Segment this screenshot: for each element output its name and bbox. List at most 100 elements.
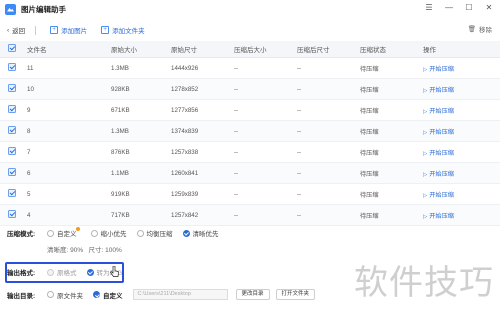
compress-info: 清晰度: 90% 尺寸: 100% (47, 247, 122, 254)
table-row[interactable]: 11 1.3MB 1444x926 -- -- 待压缩 ▷ 开始压缩 (0, 58, 500, 79)
app-title: 图片编辑助手 (21, 4, 66, 14)
table-row[interactable]: 10 928KB 1278x852 -- -- 待压缩 ▷ 开始压缩 (0, 79, 500, 100)
original-size-cell: 717KB (111, 211, 130, 219)
table-row[interactable]: 5 919KB 1259x839 -- -- 待压缩 ▷ 开始压缩 (0, 184, 500, 205)
compressed-size-cell: -- (234, 148, 239, 156)
dir-option-custom[interactable]: 自定义 (93, 290, 123, 300)
mode-option-smaller[interactable]: 缩小优先 (90, 228, 127, 238)
table-header: 文件名 原始大小 原始尺寸 压缩后大小 压缩后尺寸 压缩状态 操作 (0, 41, 500, 58)
radio-icon (90, 229, 98, 237)
row-checkbox[interactable] (8, 210, 16, 218)
mode-option-label: 缩小优先 (100, 231, 127, 238)
col-original-size: 原始大小 (111, 47, 137, 54)
back-label: 返回 (12, 28, 26, 35)
mode-option-custom[interactable]: 自定义 (47, 227, 81, 238)
col-status: 压缩状态 (360, 47, 386, 54)
open-folder-button[interactable]: 打开文件夹 (275, 289, 316, 300)
file-name-cell: 10 (27, 85, 34, 93)
mode-option-label: 均衡压缩 (146, 231, 173, 238)
start-compress-button[interactable]: ▷ 开始压缩 (423, 85, 493, 94)
play-icon: ▷ (423, 150, 428, 157)
col-action: 操作 (423, 47, 436, 54)
row-checkbox[interactable] (8, 105, 16, 113)
radio-icon (47, 291, 54, 298)
trash-icon: 🗑 (467, 26, 476, 33)
row-checkbox[interactable] (8, 126, 16, 134)
add-image-button[interactable]: + 添加图片 (50, 25, 87, 35)
original-size-cell: 671KB (111, 106, 130, 114)
play-icon: ▷ (423, 213, 428, 220)
mode-option-balanced[interactable]: 均衡压缩 (136, 228, 173, 238)
menu-icon[interactable]: ☰ (424, 3, 434, 12)
play-icon: ▷ (423, 66, 428, 73)
row-checkbox[interactable] (8, 168, 16, 176)
add-folder-button[interactable]: + 添加文件夹 (101, 25, 145, 35)
start-compress-button[interactable]: ▷ 开始压缩 (423, 169, 493, 178)
status-cell: 待压缩 (360, 170, 379, 178)
remove-label: 移除 (479, 27, 492, 34)
row-checkbox[interactable] (8, 147, 16, 155)
watermark-text: 软件技巧 (354, 263, 494, 303)
close-icon[interactable]: ✕ (484, 3, 494, 12)
change-directory-button[interactable]: 更改目录 (235, 289, 270, 300)
file-name-cell: 4 (27, 211, 31, 219)
dir-option-source-folder[interactable]: 原文件夹 (47, 290, 83, 300)
start-compress-label: 开始压缩 (429, 86, 454, 94)
remove-button[interactable]: 🗑 移除 (468, 24, 492, 34)
start-compress-button[interactable]: ▷ 开始压缩 (423, 211, 493, 220)
start-compress-label: 开始压缩 (429, 128, 454, 136)
start-compress-label: 开始压缩 (429, 107, 454, 115)
output-path-input[interactable]: C:\Users\211\Desktop (132, 289, 228, 300)
start-compress-button[interactable]: ▷ 开始压缩 (423, 190, 493, 199)
mode-option-clarity[interactable]: 清晰优先 (182, 228, 219, 238)
col-filename: 文件名 (27, 47, 47, 54)
mode-option-label: 自定义 (57, 231, 77, 238)
col-compressed-dimensions: 压缩后尺寸 (297, 47, 330, 54)
original-dimensions-cell: 1278x852 (171, 85, 199, 93)
col-compressed-size: 压缩后大小 (234, 47, 267, 54)
toolbar: ‹ 返回 + 添加图片 + 添加文件夹 🗑 移除 (0, 22, 500, 38)
table-row[interactable]: 6 1.1MB 1260x841 -- -- 待压缩 ▷ 开始压缩 (0, 163, 500, 184)
file-table: 文件名 原始大小 原始尺寸 压缩后大小 压缩后尺寸 压缩状态 操作 11 1.3M… (0, 41, 500, 226)
table-row[interactable]: 7 876KB 1257x838 -- -- 待压缩 ▷ 开始压缩 (0, 142, 500, 163)
start-compress-button[interactable]: ▷ 开始压缩 (423, 127, 493, 136)
play-icon: ▷ (423, 171, 428, 178)
start-compress-button[interactable]: ▷ 开始压缩 (423, 64, 493, 73)
title-bar: 图片编辑助手 ☰ — ☐ ✕ (0, 0, 500, 18)
status-cell: 待压缩 (360, 65, 379, 73)
original-size-cell: 876KB (111, 148, 130, 156)
highlight-annotation-box (5, 262, 124, 283)
maximize-icon[interactable]: ☐ (464, 3, 474, 12)
app-logo-icon (5, 3, 16, 15)
vip-badge-icon (75, 227, 80, 231)
table-row[interactable]: 8 1.3MB 1374x839 -- -- 待压缩 ▷ 开始压缩 (0, 121, 500, 142)
status-cell: 待压缩 (360, 212, 379, 220)
compressed-dimensions-cell: -- (297, 85, 302, 93)
status-cell: 待压缩 (360, 107, 379, 115)
file-name-cell: 11 (27, 64, 34, 72)
original-dimensions-cell: 1277x856 (171, 106, 199, 114)
status-cell: 待压缩 (360, 128, 379, 136)
original-dimensions-cell: 1374x839 (171, 127, 199, 135)
start-compress-label: 开始压缩 (429, 149, 454, 157)
original-dimensions-cell: 1257x838 (171, 148, 199, 156)
compress-mode-row: 压缩模式: 自定义 缩小优先 均衡压缩 清晰优先 (7, 227, 229, 238)
row-checkbox[interactable] (8, 63, 16, 71)
minimize-icon[interactable]: — (444, 3, 454, 12)
table-row[interactable]: 9 671KB 1277x856 -- -- 待压缩 ▷ 开始压缩 (0, 100, 500, 121)
chevron-left-icon: ‹ (7, 26, 10, 34)
select-all-checkbox[interactable] (8, 44, 16, 52)
radio-icon (136, 229, 144, 237)
output-dir-label: 输出目录: (7, 292, 36, 300)
original-dimensions-cell: 1259x839 (171, 190, 199, 198)
original-size-cell: 919KB (111, 190, 130, 198)
compressed-size-cell: -- (234, 64, 239, 72)
start-compress-button[interactable]: ▷ 开始压缩 (423, 106, 493, 115)
table-row[interactable]: 4 717KB 1257x842 -- -- 待压缩 ▷ 开始压缩 (0, 205, 500, 226)
start-compress-button[interactable]: ▷ 开始压缩 (423, 148, 493, 157)
radio-icon (47, 229, 54, 237)
row-checkbox[interactable] (8, 84, 16, 92)
back-button[interactable]: ‹ 返回 (7, 25, 26, 36)
row-checkbox[interactable] (8, 189, 16, 197)
add-folder-label: 添加文件夹 (112, 28, 145, 35)
